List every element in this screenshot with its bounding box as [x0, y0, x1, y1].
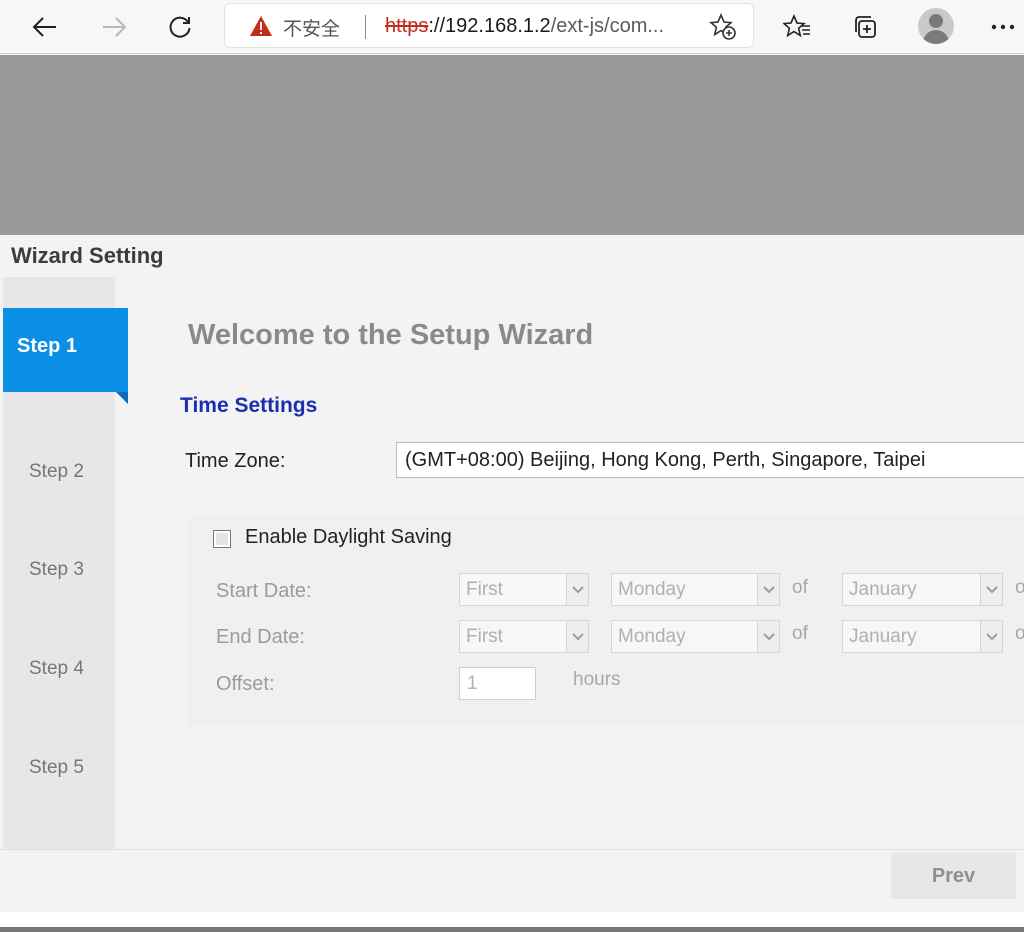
- daylight-saving-checkbox[interactable]: [213, 530, 231, 548]
- url-host: ://192.168.1.2: [428, 15, 551, 37]
- back-button[interactable]: [26, 8, 64, 46]
- start-day-value: Monday: [618, 579, 686, 600]
- more-dots-icon: [991, 24, 1015, 30]
- browser-toolbar: 不安全 https://192.168.1.2/ext-js/com...: [0, 0, 1024, 54]
- reload-icon: [169, 16, 191, 38]
- arrow-left-icon: [32, 17, 56, 37]
- step-sidebar: Step 1 Step 2 Step 3 Step 4 Step 5: [3, 277, 128, 849]
- start-week-select[interactable]: First: [459, 573, 589, 606]
- step-item-3[interactable]: Step 3: [29, 559, 84, 581]
- end-date-label: End Date:: [216, 626, 305, 648]
- end-day-value: Monday: [618, 626, 686, 647]
- prev-button[interactable]: Prev: [891, 853, 1016, 899]
- security-status[interactable]: 不安全: [283, 14, 340, 41]
- collections-button[interactable]: [846, 8, 884, 46]
- end-month-select[interactable]: January: [842, 620, 1003, 653]
- url-path: /ext-js/com...: [550, 15, 665, 37]
- time-settings-title: Time Settings: [180, 394, 318, 417]
- avatar-body: [923, 30, 949, 44]
- end-week-select[interactable]: First: [459, 620, 589, 653]
- warning-icon: [250, 16, 272, 36]
- wizard-panel: Wizard Setting Step 1 Step 2 Step 3 Step…: [0, 235, 1024, 932]
- chevron-down-icon: [566, 574, 588, 605]
- start-month-value: January: [849, 579, 917, 600]
- offset-label: Offset:: [216, 673, 275, 695]
- avatar-head: [929, 14, 943, 28]
- collections-icon: [855, 16, 876, 38]
- profile-avatar[interactable]: [918, 8, 954, 44]
- time-zone-select[interactable]: (GMT+08:00) Beijing, Hong Kong, Perth, S…: [396, 442, 1024, 478]
- favorites-button[interactable]: [778, 8, 816, 46]
- daylight-saving-panel: Enable Daylight Saving Start Date: First…: [187, 516, 1024, 726]
- favorites-icon: [783, 14, 810, 38]
- start-day-select[interactable]: Monday: [611, 573, 780, 606]
- address-bar[interactable]: 不安全 https://192.168.1.2/ext-js/com...: [224, 3, 754, 48]
- url-protocol: https: [385, 15, 429, 37]
- end-day-select[interactable]: Monday: [611, 620, 780, 653]
- offset-input[interactable]: 1: [459, 667, 536, 700]
- chevron-down-icon: [757, 621, 779, 652]
- offset-unit: hours: [573, 669, 621, 690]
- chevron-down-icon: [757, 574, 779, 605]
- wizard-title: Wizard Setting: [11, 243, 164, 268]
- end-week-value: First: [466, 626, 503, 647]
- step-active-tip: [116, 392, 128, 404]
- start-month-select[interactable]: January: [842, 573, 1003, 606]
- forward-button[interactable]: [95, 8, 133, 46]
- add-favorite-icon[interactable]: [709, 13, 737, 41]
- time-zone-label: Time Zone:: [185, 450, 286, 472]
- window-bottom-bar: [0, 912, 1024, 932]
- wizard-footer: Prev: [0, 849, 1024, 912]
- welcome-heading: Welcome to the Setup Wizard: [188, 319, 594, 351]
- step-item-4[interactable]: Step 4: [29, 658, 84, 680]
- reload-button[interactable]: [161, 8, 199, 46]
- more-menu-button[interactable]: [984, 8, 1022, 46]
- step-item-2[interactable]: Step 2: [29, 461, 84, 483]
- start-trailing-text: o: [1015, 577, 1024, 598]
- page-banner: [0, 55, 1024, 235]
- step-item-5[interactable]: Step 5: [29, 757, 84, 779]
- daylight-saving-label: Enable Daylight Saving: [245, 526, 452, 548]
- chevron-down-icon: [980, 621, 1002, 652]
- address-separator: [365, 15, 366, 39]
- start-week-value: First: [466, 579, 503, 600]
- end-trailing-text: o: [1015, 623, 1024, 644]
- end-of-label: of: [792, 623, 808, 644]
- arrow-right-icon: [103, 17, 127, 37]
- chevron-down-icon: [980, 574, 1002, 605]
- step-item-1[interactable]: Step 1: [3, 308, 128, 404]
- start-of-label: of: [792, 577, 808, 598]
- start-date-label: Start Date:: [216, 580, 312, 602]
- url-text[interactable]: https://192.168.1.2/ext-js/com...: [385, 15, 695, 38]
- chevron-down-icon: [566, 621, 588, 652]
- end-month-value: January: [849, 626, 917, 647]
- step-label: Step 1: [17, 335, 78, 357]
